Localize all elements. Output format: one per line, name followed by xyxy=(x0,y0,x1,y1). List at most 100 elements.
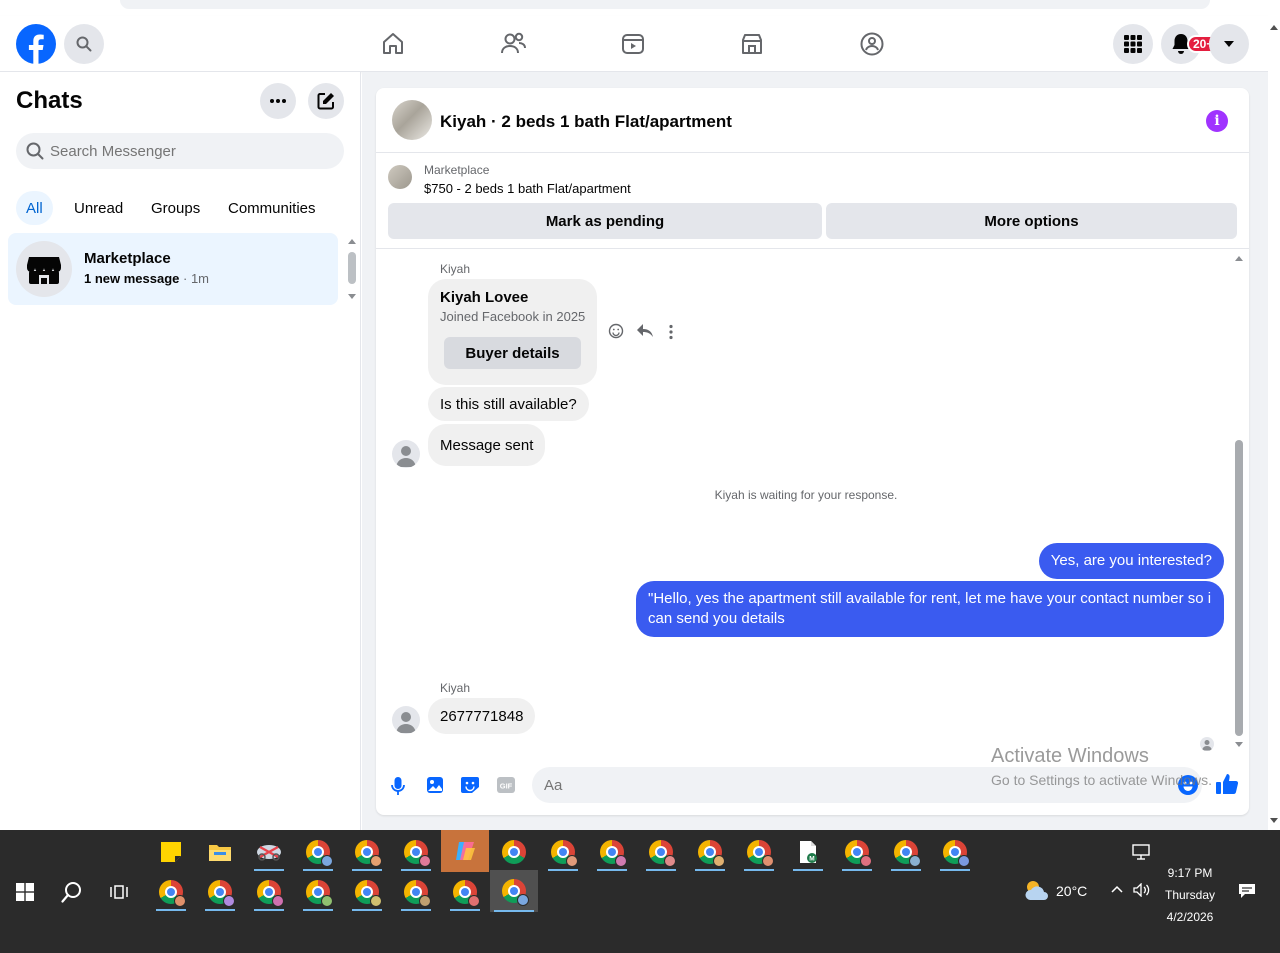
taskbar-chrome-window[interactable] xyxy=(593,833,631,871)
gif-button[interactable]: GIF xyxy=(496,776,516,794)
menu-button[interactable] xyxy=(1113,24,1153,64)
more-options-button[interactable]: More options xyxy=(826,203,1237,239)
info-icon[interactable]: i xyxy=(1206,110,1228,132)
outgoing-message-2[interactable]: "Hello, yes the apartment still availabl… xyxy=(636,581,1224,637)
page-scrollbar[interactable] xyxy=(1268,16,1280,830)
weather-temperature[interactable]: 20°C xyxy=(1056,883,1087,899)
taskbar-document-window[interactable]: M xyxy=(789,833,827,871)
taskbar-clock[interactable]: 9:17 PM Thursday 4/2/2026 xyxy=(1150,862,1230,928)
chrome-icon xyxy=(698,840,725,867)
groups-tab[interactable] xyxy=(856,28,888,60)
taskbar-chrome-window[interactable] xyxy=(887,833,925,871)
taskbar-chrome-window[interactable] xyxy=(838,833,876,871)
home-icon xyxy=(380,31,406,57)
taskbar-chrome-window[interactable] xyxy=(348,873,386,911)
sidebar-scrollbar[interactable] xyxy=(346,237,358,301)
volume-button[interactable] xyxy=(1133,883,1151,897)
weather-widget[interactable] xyxy=(1022,878,1050,902)
taskbar-snipping-tool[interactable] xyxy=(250,833,288,871)
home-tab[interactable] xyxy=(377,28,409,60)
start-button[interactable] xyxy=(6,873,44,911)
more-actions-button[interactable] xyxy=(668,324,674,340)
listing-title[interactable]: $750 - 2 beds 1 bath Flat/apartment xyxy=(424,181,631,196)
chrome-icon xyxy=(306,840,333,867)
taskbar-chrome-window[interactable] xyxy=(152,873,190,911)
video-tab[interactable] xyxy=(617,28,649,60)
taskbar-file-explorer[interactable] xyxy=(201,833,239,871)
message-bubble-available[interactable]: Is this still available? xyxy=(428,387,589,421)
taskbar-search-button[interactable] xyxy=(53,873,91,911)
taskbar-chrome-window[interactable] xyxy=(348,833,386,871)
taskbar-chrome-window-active[interactable] xyxy=(490,870,538,912)
messages-scrollbar[interactable] xyxy=(1234,254,1244,750)
chrome-icon xyxy=(551,840,578,867)
sender-name: Kiyah xyxy=(440,681,471,695)
taskbar-sticky-notes[interactable] xyxy=(152,833,190,871)
chat-name: Marketplace xyxy=(84,250,171,267)
sticker-button[interactable] xyxy=(460,776,480,794)
chrome-icon xyxy=(355,840,382,867)
address-bar[interactable] xyxy=(120,0,1210,9)
taskbar-chrome-window[interactable] xyxy=(544,833,582,871)
new-message-button[interactable] xyxy=(308,83,344,119)
marketplace-tab[interactable] xyxy=(736,28,768,60)
taskbar-chrome-window[interactable] xyxy=(495,833,533,871)
attach-photo-button[interactable] xyxy=(426,776,444,794)
action-center-button[interactable] xyxy=(1238,883,1256,899)
taskbar-chrome-window[interactable] xyxy=(299,873,337,911)
svg-text:GIF: GIF xyxy=(500,782,513,791)
chat-options-button[interactable] xyxy=(260,83,296,119)
taskbar-chrome-window[interactable] xyxy=(201,873,239,911)
taskbar-chrome-window[interactable] xyxy=(250,873,288,911)
like-button[interactable] xyxy=(1215,772,1239,796)
voice-clip-button[interactable] xyxy=(390,776,406,796)
message-bubble-sent[interactable]: Message sent xyxy=(428,424,546,466)
windows-taskbar: M 20°C 9:17 PM Thursday 4/2/2026 xyxy=(0,830,1280,953)
search-messenger-field[interactable] xyxy=(16,133,344,169)
friends-tab[interactable] xyxy=(497,28,529,60)
photo-icon xyxy=(426,776,444,794)
taskbar-chrome-window[interactable] xyxy=(936,833,974,871)
conversation-header: Kiyah · 2 beds 1 bath Flat/apartment i xyxy=(376,88,1249,153)
taskbar-chrome-window[interactable] xyxy=(691,833,729,871)
react-button[interactable] xyxy=(608,323,624,339)
activate-windows-watermark: Activate Windows Go to Settings to activ… xyxy=(991,745,1212,788)
filter-tab-unread[interactable]: Unread xyxy=(64,191,133,225)
filter-tab-communities[interactable]: Communities xyxy=(218,191,326,225)
marketplace-label: Marketplace xyxy=(424,163,490,177)
search-button[interactable] xyxy=(64,24,104,64)
avatar xyxy=(16,241,72,297)
mark-as-pending-button[interactable]: Mark as pending xyxy=(388,203,822,239)
task-view-icon xyxy=(109,883,129,901)
task-view-button[interactable] xyxy=(100,873,138,911)
taskbar-chrome-window[interactable] xyxy=(740,833,778,871)
taskbar-chrome-window[interactable] xyxy=(299,833,337,871)
reply-button[interactable] xyxy=(636,323,654,339)
conversation-title[interactable]: Kiyah · 2 beds 1 bath Flat/apartment xyxy=(440,112,732,132)
chat-list-item-marketplace[interactable]: Marketplace 1 new message · 1m xyxy=(8,233,338,305)
taskbar-chrome-window[interactable] xyxy=(397,873,435,911)
snipping-tool-icon xyxy=(256,841,282,863)
message-bubble-number[interactable]: 2677771848 xyxy=(428,698,536,734)
taskbar-chrome-window[interactable] xyxy=(642,833,680,871)
outgoing-message-1[interactable]: Yes, are you interested? xyxy=(1038,543,1224,579)
folder-icon xyxy=(208,842,232,862)
buyer-name: Kiyah Lovee xyxy=(440,289,529,306)
search-messenger-input[interactable] xyxy=(50,142,320,160)
listing-avatar[interactable] xyxy=(392,100,432,140)
show-hidden-icons-button[interactable] xyxy=(1110,884,1124,894)
listing-thumbnail[interactable] xyxy=(388,165,412,189)
filter-tab-all[interactable]: All xyxy=(16,191,53,225)
grid-menu-icon xyxy=(1123,34,1143,54)
filter-tab-groups[interactable]: Groups xyxy=(141,191,210,225)
buyer-details-button[interactable]: Buyer details xyxy=(444,337,581,369)
taskbar-copilot[interactable] xyxy=(441,830,489,872)
chrome-icon xyxy=(453,880,480,907)
facebook-logo-icon[interactable] xyxy=(16,24,56,64)
taskbar-chrome-window[interactable] xyxy=(446,873,484,911)
taskbar-chrome-window[interactable] xyxy=(397,833,435,871)
sender-avatar[interactable] xyxy=(392,706,420,734)
sender-avatar[interactable] xyxy=(392,440,420,468)
account-button[interactable] xyxy=(1209,24,1249,64)
gif-icon: GIF xyxy=(496,776,516,794)
